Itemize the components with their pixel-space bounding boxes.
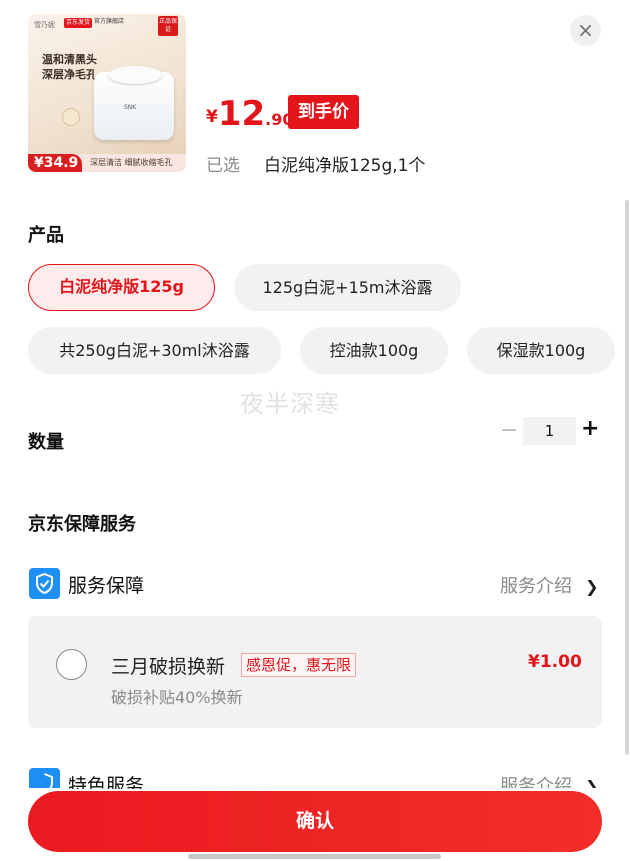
option-chip-1[interactable]: 白泥纯净版125g [28, 264, 215, 311]
option-chip-3[interactable]: 共250g白泥+30ml沐浴露 [28, 327, 281, 374]
option-chip-label: 共250g白泥+30ml沐浴露 [59, 341, 250, 360]
service-intro-text: 服务介绍 [500, 776, 572, 788]
selected-label: 已选 [206, 156, 240, 176]
price-integer: 12 [217, 94, 266, 134]
price-currency: ¥ [206, 107, 218, 127]
services-title: 京东保障服务 [28, 514, 136, 535]
image-seal [62, 108, 80, 126]
option-chip-2[interactable]: 125g白泥+15m沐浴露 [234, 264, 461, 311]
close-icon: × [577, 18, 594, 42]
chevron-right-icon: ❯ [585, 777, 599, 788]
scrollbar[interactable] [625, 200, 629, 755]
service-intro-link[interactable]: 服务介绍 ❯ [500, 772, 599, 788]
quantity-minus-button[interactable]: − [500, 418, 518, 444]
option-chip-label: 125g白泥+15m沐浴露 [262, 278, 433, 297]
selected-value: 白泥纯净版125g,1个 [264, 156, 426, 176]
service-intro-text: 服务介绍 [500, 576, 572, 597]
quantity-plus-button[interactable]: + [581, 414, 599, 444]
price: ¥12.90 [206, 94, 294, 134]
image-headline-line1: 温和清黑头 [42, 53, 97, 66]
service-price: ¥1.00 [528, 652, 582, 672]
service-radio[interactable] [56, 649, 87, 680]
quantity-title: 数量 [28, 432, 64, 453]
image-jar-cap [108, 66, 162, 84]
home-indicator [188, 854, 441, 859]
image-bottom-text: 深层清洁 细腻收缩毛孔 [90, 158, 173, 167]
shield-icon [29, 768, 60, 788]
options-title: 产品 [28, 225, 64, 246]
service-desc: 破损补贴40%换新 [111, 688, 243, 707]
image-jar-label: SNK [124, 104, 137, 111]
option-chip-4[interactable]: 控油款100g [300, 327, 448, 374]
image-brand-text: 雪乃妮 [34, 21, 55, 29]
image-store-text: 官方旗舰店 [94, 18, 125, 25]
quantity-input[interactable]: 1 [523, 417, 576, 445]
final-price-tag: 到手价 [288, 95, 359, 129]
watermark: 夜半深寒 [240, 390, 340, 418]
option-chip-5[interactable]: 保湿款100g [467, 327, 615, 374]
confirm-button[interactable]: 确认 [28, 791, 602, 852]
image-headline-line2: 深层净毛孔 [42, 68, 97, 81]
close-button[interactable]: × [570, 15, 601, 46]
service-promo-badge: 感恩促，惠无限 [241, 653, 357, 677]
option-chip-label: 白泥纯净版125g [59, 277, 184, 296]
shield-icon [29, 568, 60, 599]
service-group-label: 服务保障 [68, 575, 145, 597]
service-intro-link[interactable]: 服务介绍 ❯ [500, 572, 599, 598]
service-group-label: 特色服务 [68, 775, 145, 789]
product-image[interactable]: 雪乃妮 京东发货 官方旗舰店 正品保证 温和清黑头 深层净毛孔 SNK ¥34.… [28, 14, 186, 172]
service-name: 三月破损换新 [111, 656, 226, 678]
chevron-right-icon: ❯ [585, 577, 599, 596]
image-price-chip: ¥34.9 [28, 154, 82, 172]
option-chip-label: 控油款100g [329, 341, 419, 360]
option-chip-label: 保湿款100g [496, 341, 586, 360]
image-store-tag: 京东发货 [64, 18, 93, 28]
image-headline: 温和清黑头 深层净毛孔 [42, 52, 97, 82]
image-auth-badge: 正品保证 [158, 16, 178, 36]
